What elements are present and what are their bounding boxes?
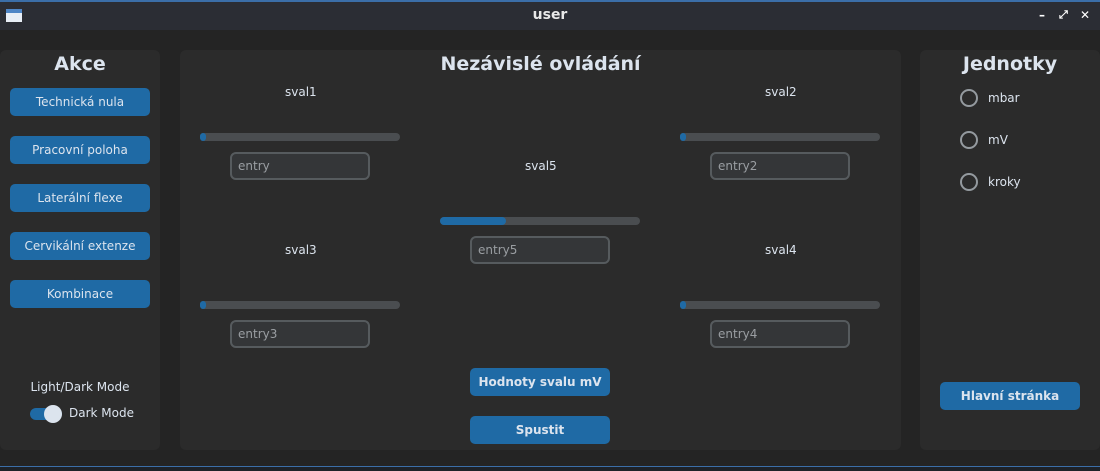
slider-sval2[interactable] [680,133,880,141]
minimize-icon[interactable]: – [1039,8,1045,22]
working-position-button[interactable]: Pracovní poloha [10,136,150,164]
mode-label: Light/Dark Mode [30,380,130,394]
radio-button[interactable] [960,173,978,191]
dark-mode-label: Dark Mode [69,406,134,420]
slider-fill [680,301,686,309]
actions-heading: Akce [54,53,106,75]
maximize-icon[interactable]: ⤢ [1059,8,1068,22]
slider-sval4[interactable] [680,301,880,309]
muscle-label-sval1: sval1 [285,85,317,99]
slider-sval1[interactable] [200,133,400,141]
slider-fill [440,217,506,225]
entry-sval5[interactable] [470,236,610,264]
close-icon[interactable]: ✕ [1080,8,1090,22]
units-heading: Jednotky [962,53,1058,75]
entry-sval3[interactable] [230,320,370,348]
slider-fill [680,133,686,141]
muscle-label-sval3: sval3 [285,243,317,257]
window-title: user [532,7,568,23]
window-bottom-border [0,466,1100,471]
radio-button[interactable] [960,89,978,107]
entry-sval1[interactable] [230,152,370,180]
slider-sval3[interactable] [200,301,400,309]
slider-fill [200,301,206,309]
switch-knob[interactable] [44,405,62,423]
dark-mode-switch[interactable] [30,405,64,423]
technical-zero-button[interactable]: Technická nula [10,88,150,116]
main-page-button[interactable]: Hlavní stránka [940,382,1080,410]
combination-button[interactable]: Kombinace [10,280,150,308]
radio-button[interactable] [960,131,978,149]
title-bar: user – ⤢ ✕ [0,0,1100,30]
unit-label: mbar [988,91,1020,105]
muscle-label-sval2: sval2 [765,85,797,99]
unit-label: kroky [988,175,1021,189]
slider-fill [200,133,206,141]
muscle-label-sval5: sval5 [525,159,557,173]
independent-control-heading: Nezávislé ovládání [440,53,641,75]
muscle-values-mv-button[interactable]: Hodnoty svalu mV [470,368,610,396]
run-button[interactable]: Spustit [470,416,610,444]
slider-sval5[interactable] [440,217,640,225]
entry-sval4[interactable] [710,320,850,348]
cervical-extension-button[interactable]: Cervikální extenze [10,232,150,260]
lateral-flexion-button[interactable]: Laterální flexe [10,184,150,212]
muscle-label-sval4: sval4 [765,243,797,257]
entry-sval2[interactable] [710,152,850,180]
unit-label: mV [988,133,1008,147]
